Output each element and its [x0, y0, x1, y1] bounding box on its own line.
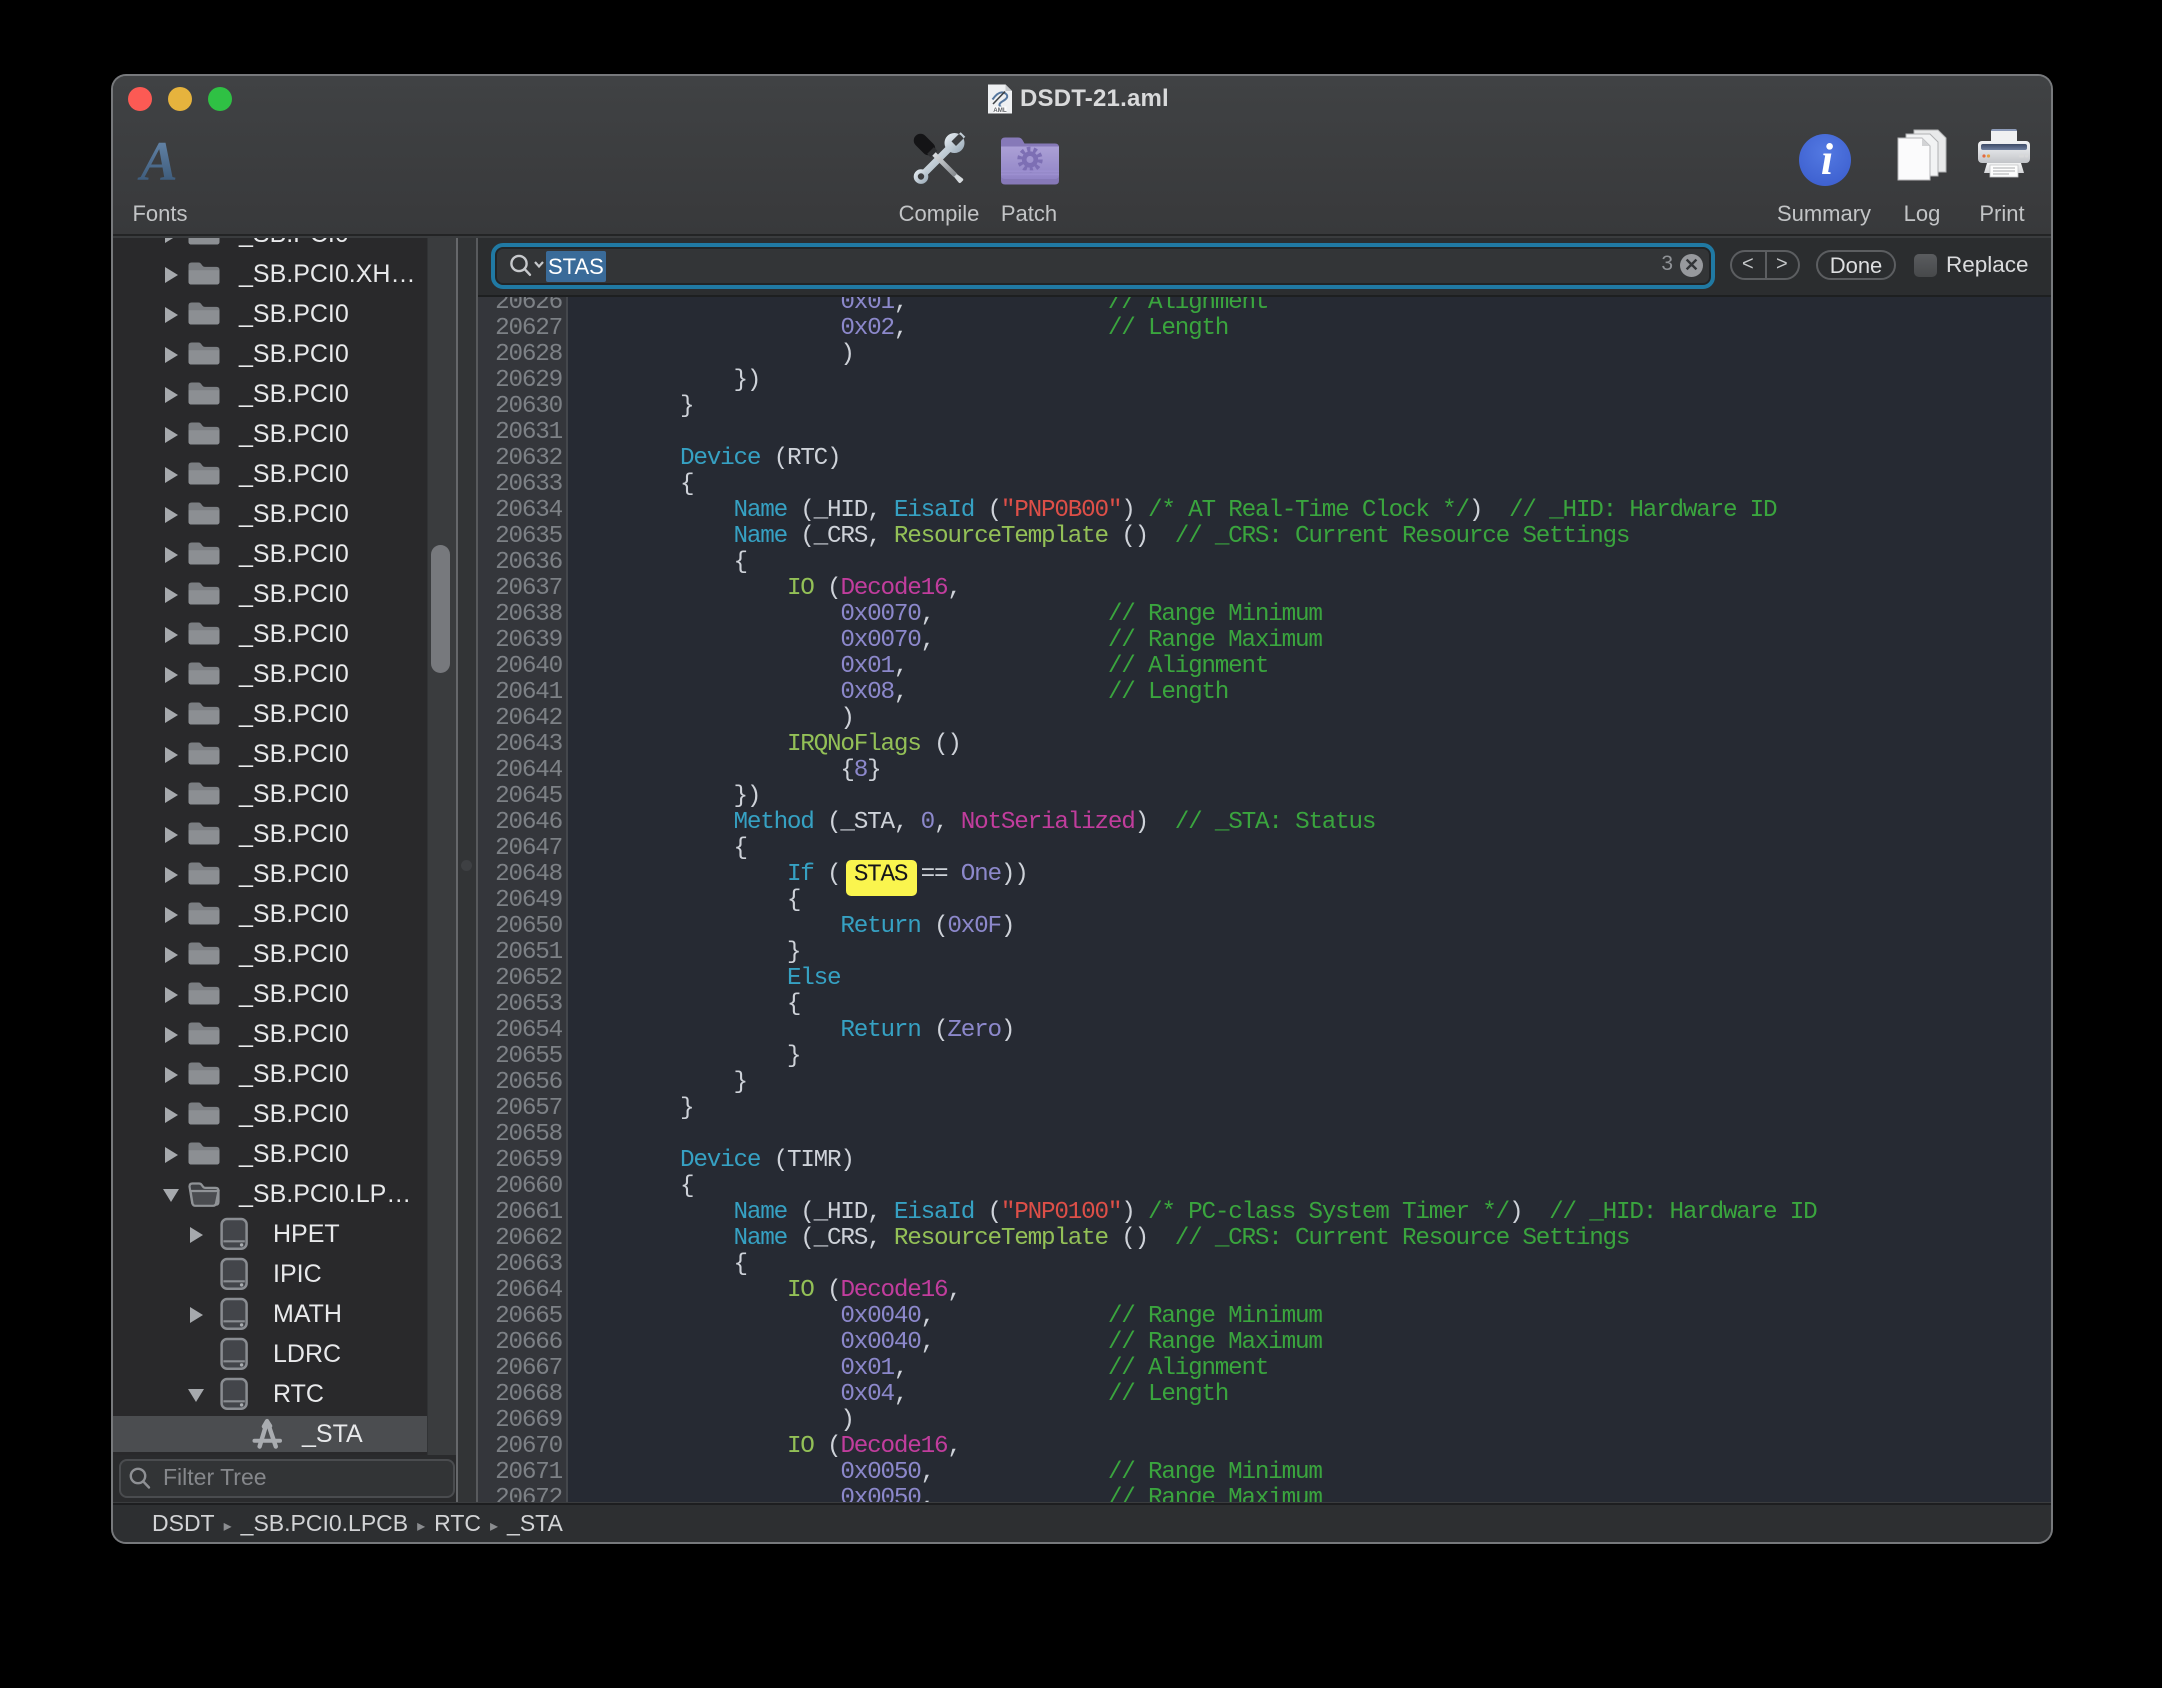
svg-text:i: i	[1821, 135, 1834, 184]
svg-text:A: A	[137, 131, 177, 190]
svg-text:AML: AML	[993, 107, 1007, 114]
